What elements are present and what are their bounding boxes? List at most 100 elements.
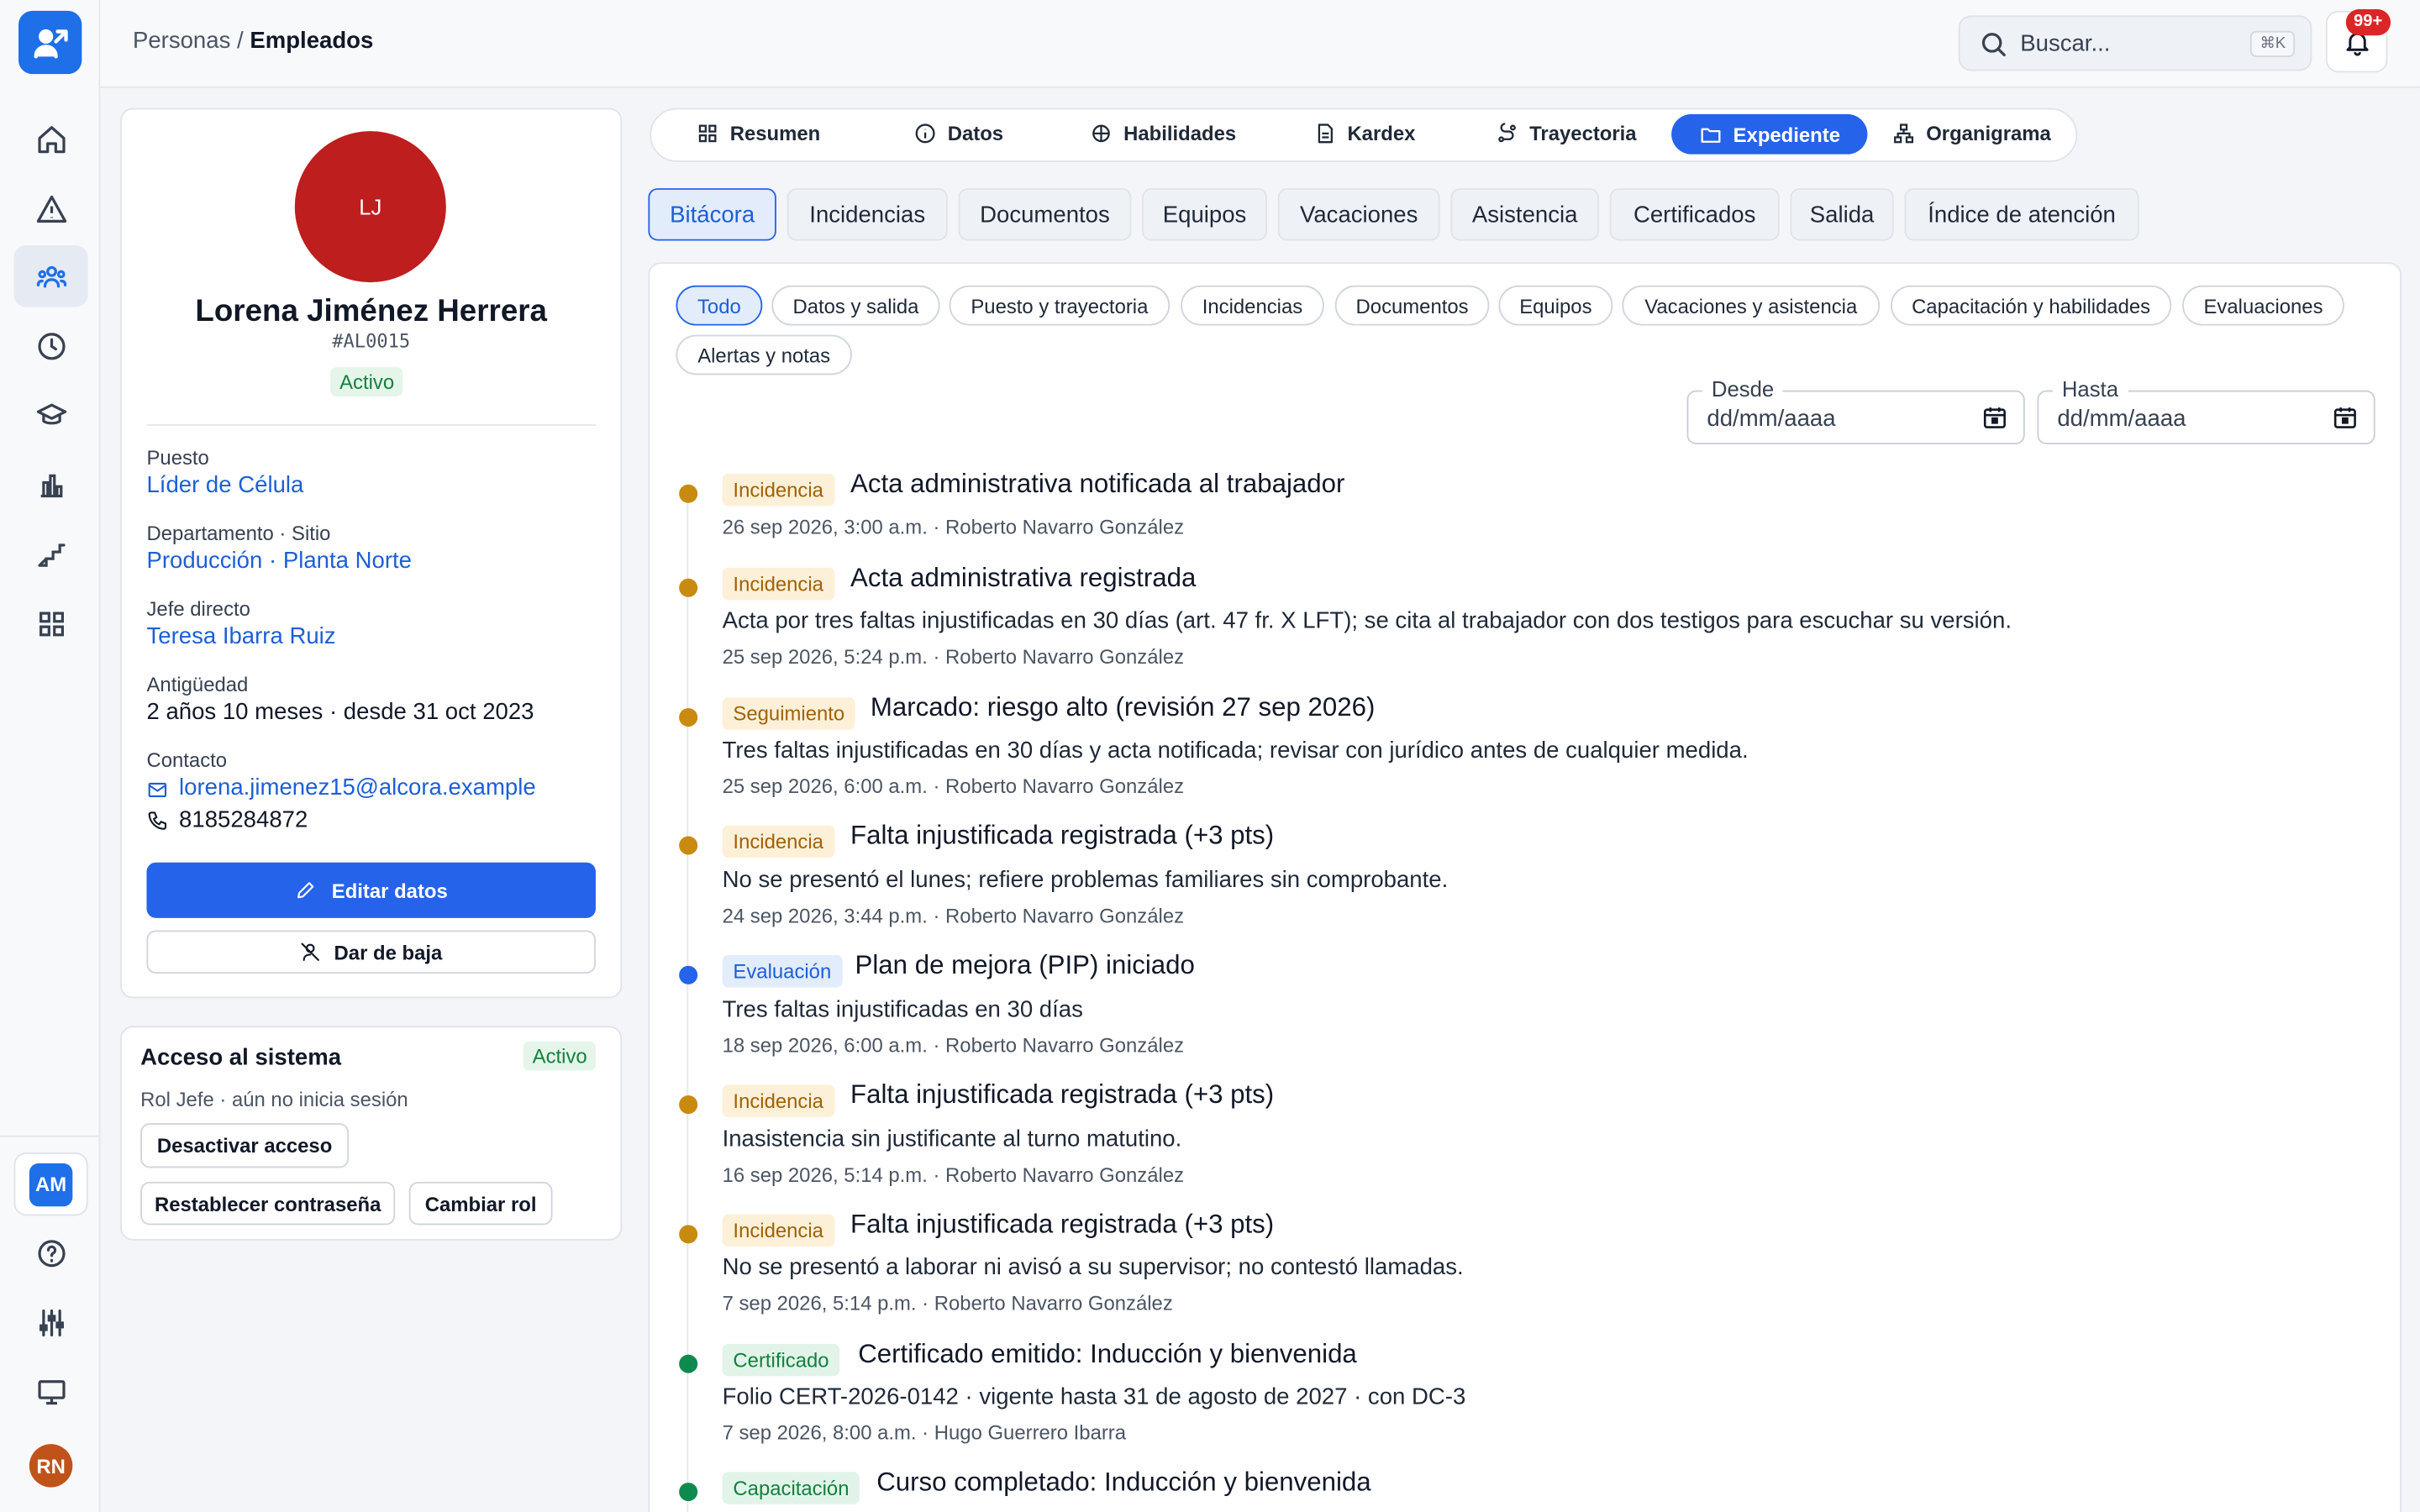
jefe-link[interactable]: Teresa Ibarra Ruiz <box>146 623 335 649</box>
jefe-label: Jefe directo <box>146 596 250 621</box>
employee-status-badge: Activo <box>330 367 404 397</box>
subtab-incidencias[interactable]: Incidencias <box>786 188 948 241</box>
folder-icon <box>1701 127 1721 142</box>
breadcrumb-separator: / <box>230 28 250 55</box>
access-status-badge: Activo <box>523 1041 597 1071</box>
filter-incidencias[interactable]: Incidencias <box>1181 285 1324 326</box>
event-description: Folio CERT-2026-0142 · vigente hasta 31 … <box>722 1383 1466 1410</box>
event-meta: 7 sep 2026, 5:14 p.m. · Roberto Navarro … <box>722 1291 1173 1315</box>
filter-equipos[interactable]: Equipos <box>1498 285 1613 326</box>
edit-employee-label: Editar datos <box>331 879 448 902</box>
help-icon[interactable] <box>14 1222 88 1284</box>
event-title: Certificado emitido: Inducción y bienven… <box>858 1339 1357 1369</box>
tab-habilidades[interactable]: Habilidades <box>1062 114 1265 153</box>
event-tag: Incidencia <box>722 567 834 601</box>
event-tag: Incidencia <box>722 473 834 507</box>
user-avatar[interactable]: RN <box>29 1444 73 1488</box>
event-tag: Seguimiento <box>722 697 856 730</box>
phone-value: 8185284872 <box>179 806 308 833</box>
puesto-label: Puesto <box>146 445 209 470</box>
nav-growth-icon[interactable] <box>14 523 88 585</box>
app-logo-icon[interactable] <box>18 10 82 75</box>
event-title: Falta injustificada registrada (+3 pts) <box>850 1209 1275 1239</box>
date-to-label: Hasta <box>2052 376 2128 402</box>
tab-expediente-label: Expediente <box>1733 123 1841 146</box>
grid-icon <box>698 124 717 143</box>
subtab-indice-atencion[interactable]: Índice de atención <box>1904 188 2139 241</box>
nav-alerts-icon[interactable] <box>14 177 88 239</box>
event-title: Falta injustificada registrada (+3 pts) <box>850 821 1275 851</box>
breadcrumb-parent[interactable]: Personas <box>133 28 230 54</box>
dar-de-baja-button[interactable]: Dar de baja <box>146 930 596 974</box>
tab-kardex-label: Kardex <box>1347 122 1416 145</box>
app-sidebar: AM RN <box>0 0 101 1512</box>
event-dot <box>679 1225 698 1244</box>
brain-icon <box>1092 124 1110 143</box>
change-role-button[interactable]: Cambiar rol <box>408 1181 553 1226</box>
nav-people-icon[interactable] <box>13 245 88 307</box>
document-icon <box>1318 123 1333 144</box>
calendar-icon[interactable] <box>2332 404 2358 430</box>
tab-trayectoria[interactable]: Trayectoria <box>1468 114 1665 153</box>
departamento-label: Departamento · Sitio <box>146 521 331 545</box>
departamento-link[interactable]: Producción <box>146 548 262 574</box>
search-input[interactable]: Buscar... ⌘K <box>1958 15 2312 71</box>
tab-expediente[interactable]: Expediente <box>1671 113 1869 155</box>
info-icon <box>915 123 935 144</box>
event-meta: 24 sep 2026, 3:44 p.m. · Roberto Navarro… <box>722 904 1185 927</box>
event-dot <box>679 708 698 727</box>
filter-documentos[interactable]: Documentos <box>1334 285 1490 326</box>
puesto-link[interactable]: Líder de Célula <box>146 472 303 498</box>
filter-alertas-notas[interactable]: Alertas y notas <box>676 334 852 375</box>
event-tag: Evaluación <box>722 954 843 988</box>
filter-puesto-trayectoria[interactable]: Puesto y trayectoria <box>949 285 1171 326</box>
event-description: No se presentó el lunes; refiere problem… <box>722 867 1449 894</box>
deactivate-access-button[interactable]: Desactivar acceso <box>140 1123 350 1168</box>
tab-organigrama[interactable]: Organigrama <box>1865 114 2079 153</box>
filter-evaluaciones[interactable]: Evaluaciones <box>2182 285 2344 326</box>
subtab-documentos[interactable]: Documentos <box>958 188 1132 241</box>
filter-datos-salida[interactable]: Datos y salida <box>771 285 940 326</box>
reset-password-button[interactable]: Restablecer contraseña <box>140 1181 396 1226</box>
search-shortcut: ⌘K <box>2250 30 2296 57</box>
tab-datos-label: Datos <box>947 122 1004 145</box>
mail-icon <box>148 782 167 797</box>
event-meta: 25 sep 2026, 5:24 p.m. · Roberto Navarro… <box>722 644 1185 669</box>
contacto-label: Contacto <box>146 748 228 772</box>
tab-datos[interactable]: Datos <box>886 114 1031 153</box>
subtab-bitacora[interactable]: Bitácora <box>648 188 776 241</box>
nav-home-icon[interactable] <box>14 108 88 170</box>
filter-vacaciones-asistencia[interactable]: Vacaciones y asistencia <box>1622 285 1881 326</box>
tab-trayectoria-label: Trayectoria <box>1529 122 1637 145</box>
nav-chart-icon[interactable] <box>14 454 88 515</box>
date-to-placeholder: dd/mm/aaaa <box>2057 406 2186 433</box>
event-title: Acta administrativa notificada al trabaj… <box>850 469 1345 499</box>
event-title: Plan de mejora (PIP) iniciado <box>855 950 1195 980</box>
breadcrumb: Personas / Empleados <box>133 28 373 54</box>
calendar-icon[interactable] <box>1981 404 2007 430</box>
event-title: Acta administrativa registrada <box>850 563 1197 593</box>
tab-kardex[interactable]: Kardex <box>1286 114 1443 153</box>
nav-training-icon[interactable] <box>14 384 88 445</box>
email-link[interactable]: lorena.jimenez15@alcora.example <box>179 774 536 801</box>
subtab-salida[interactable]: Salida <box>1790 188 1894 241</box>
subtab-certificados[interactable]: Certificados <box>1609 188 1780 241</box>
nav-apps-icon[interactable] <box>14 592 88 654</box>
subtab-equipos[interactable]: Equipos <box>1142 188 1267 241</box>
event-title: Falta injustificada registrada (+3 pts) <box>850 1079 1275 1110</box>
settings-sliders-icon[interactable] <box>14 1291 88 1352</box>
event-tag: Capacitación <box>722 1472 860 1504</box>
filter-capacitacion-habilidades[interactable]: Capacitación y habilidades <box>1890 285 2172 326</box>
monitor-icon[interactable] <box>14 1361 88 1422</box>
subtab-vacaciones[interactable]: Vacaciones <box>1277 188 1440 241</box>
event-description: Tres faltas injustificadas en 30 días y … <box>722 737 1749 764</box>
sitio-link[interactable]: Planta Norte <box>283 548 412 574</box>
tab-resumen[interactable]: Resumen <box>668 114 848 153</box>
subtab-asistencia[interactable]: Asistencia <box>1450 188 1599 241</box>
filter-todo[interactable]: Todo <box>676 285 763 326</box>
date-from-field[interactable]: Desde dd/mm/aaaa <box>1686 376 2025 444</box>
nav-clock-icon[interactable] <box>14 315 88 376</box>
org-switcher[interactable]: AM <box>13 1152 88 1216</box>
date-to-field[interactable]: Hasta dd/mm/aaaa <box>2037 376 2375 444</box>
edit-employee-button[interactable]: Editar datos <box>146 862 596 918</box>
